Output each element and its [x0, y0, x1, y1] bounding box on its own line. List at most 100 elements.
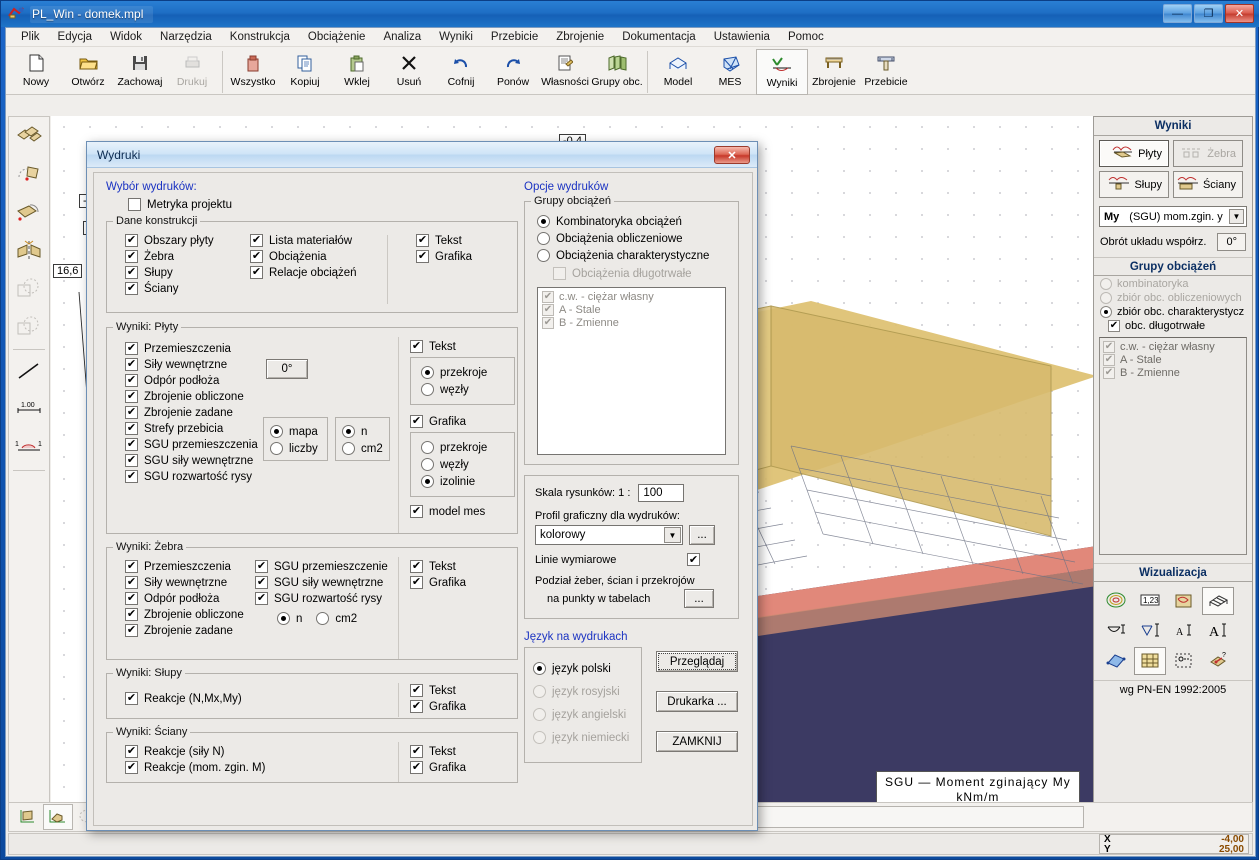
- profile-browse-button[interactable]: ...: [689, 525, 715, 545]
- menu-item-konstrukcja[interactable]: Konstrukcja: [221, 30, 299, 45]
- check-obciazenia-dlugotrwale[interactable]: Obciążenia długotrwałe: [553, 267, 732, 280]
- check-slupy[interactable]: ✔ Słupy: [125, 266, 250, 279]
- check-sgu-przemieszczenia[interactable]: ✔ SGU przemieszczenia: [125, 438, 265, 451]
- list-item[interactable]: ✔ A - Stale: [542, 304, 721, 316]
- toolbar-paste[interactable]: Wklej: [331, 49, 383, 95]
- check-sciany-reakcje-m[interactable]: ✔ Reakcje (mom. zgin. M): [125, 761, 265, 774]
- maximize-button[interactable]: ❐: [1194, 4, 1223, 23]
- radio-tekst-przekroje[interactable]: przekroje: [421, 366, 514, 379]
- toolbar-open[interactable]: Otwórz: [62, 49, 114, 95]
- check-model-mes[interactable]: ✔ model mes: [410, 505, 515, 518]
- rotation-value-button[interactable]: 0°: [1217, 233, 1246, 251]
- radio-mapa[interactable]: mapa: [270, 425, 327, 438]
- toolbar-copy[interactable]: Kopiuj: [279, 49, 331, 95]
- plan-view-button[interactable]: [13, 804, 43, 830]
- toolbar-mes[interactable]: MES: [704, 49, 756, 95]
- toolbar-new[interactable]: Nowy: [10, 49, 62, 95]
- radio-cm2[interactable]: cm2: [342, 442, 389, 455]
- printer-button[interactable]: Drukarka ...: [656, 691, 738, 712]
- slab-edit-button[interactable]: [10, 157, 48, 193]
- menu-item-widok[interactable]: Widok: [101, 30, 151, 45]
- check-zebra-przemieszczenia[interactable]: ✔ Przemieszczenia: [125, 560, 255, 573]
- check-zebra-sgu-przemieszczenie[interactable]: ✔ SGU przemieszczenie: [255, 560, 405, 573]
- scale-input[interactable]: 100: [638, 484, 685, 502]
- support-span-button[interactable]: 11: [10, 430, 48, 466]
- radio-jezyk-niemiecki[interactable]: język niemiecki: [533, 731, 641, 744]
- result-button-slupy[interactable]: Słupy: [1099, 171, 1169, 198]
- numbers-button[interactable]: 1,23: [1134, 587, 1166, 615]
- check-zebra-zbrojenie-obliczone[interactable]: ✔ Zbrojenie obliczone: [125, 608, 255, 621]
- check-tekst-plyty[interactable]: ✔ Tekst: [410, 340, 515, 353]
- radio-obliczeniowe[interactable]: Obciążenia obliczeniowe: [537, 232, 732, 245]
- minimize-button[interactable]: —: [1163, 4, 1192, 23]
- list-item[interactable]: ✔ B - Zmienne: [542, 317, 721, 329]
- radio-grafika-przekroje[interactable]: przekroje: [421, 441, 514, 454]
- check-obszary-plyty[interactable]: ✔ Obszary płyty: [125, 234, 250, 247]
- load-groups-list[interactable]: ✔ c.w. - ciężar własny ✔ A - Stale ✔ B -…: [1099, 337, 1247, 555]
- menu-item-edycja[interactable]: Edycja: [49, 30, 102, 45]
- menu-item-wyniki[interactable]: Wyniki: [430, 30, 482, 45]
- panel-radio-charakterystycznych[interactable]: zbiór obc. charakterystycz: [1100, 306, 1252, 318]
- toolbar-load-groups[interactable]: Grupy obc.: [591, 49, 643, 95]
- slabs-stack-button[interactable]: [10, 119, 48, 155]
- check-zebra-sgu-rozwartosc[interactable]: ✔ SGU rozwartość rysy: [255, 592, 405, 605]
- radio-grafika-wezly[interactable]: węzły: [421, 458, 514, 471]
- check-relacje-obciazen[interactable]: ✔ Relacje obciążeń: [250, 266, 390, 279]
- result-button-plyty[interactable]: Płyty: [1099, 140, 1169, 167]
- slab-rotate-button[interactable]: [10, 195, 48, 231]
- toolbar-undo[interactable]: Cofnij: [435, 49, 487, 95]
- check-strefy-przebicia[interactable]: ✔ Strefy przebicia: [125, 422, 265, 435]
- check-sily-wewnetrzne[interactable]: ✔ Siły wewnętrzne: [125, 358, 265, 371]
- chevron-down-icon[interactable]: ▼: [1229, 209, 1244, 224]
- close-dialog-button[interactable]: ZAMKNIJ: [656, 731, 738, 752]
- panel-check-dlugotrwale[interactable]: ✔ obc. długotrwałe: [1108, 320, 1252, 332]
- toolbar-reinforcement[interactable]: Zbrojenie: [808, 49, 860, 95]
- menu-item-dokumentacja[interactable]: Dokumentacja: [613, 30, 705, 45]
- check-zbrojenie-obliczone[interactable]: ✔ Zbrojenie obliczone: [125, 390, 265, 403]
- toolbar-properties[interactable]: Własności: [539, 49, 591, 95]
- toolbar-delete[interactable]: Usuń: [383, 49, 435, 95]
- check-sgu-sily-wewnetrzne[interactable]: ✔ SGU siły wewnętrzne: [125, 454, 265, 467]
- font-large-button[interactable]: A: [1202, 617, 1234, 645]
- dialog-load-list[interactable]: ✔ c.w. - ciężar własny ✔ A - Stale ✔ B - Zm…: [537, 287, 726, 455]
- menu-item-zbrojenie[interactable]: Zbrojenie: [547, 30, 613, 45]
- map-overlay-button[interactable]: [1168, 587, 1200, 615]
- isolines-button[interactable]: [1100, 587, 1132, 615]
- radio-jezyk-angielski[interactable]: język angielski: [533, 708, 641, 721]
- check-slupy-tekst[interactable]: ✔ Tekst: [410, 684, 466, 697]
- check-sgu-rozwartosc-rysy[interactable]: ✔ SGU rozwartość rysy: [125, 470, 265, 483]
- podzial-button[interactable]: ...: [684, 589, 714, 608]
- chevron-down-icon[interactable]: ▼: [664, 527, 681, 543]
- radio-zebra-n[interactable]: n: [277, 612, 302, 625]
- grid-plan-button[interactable]: [1134, 647, 1166, 675]
- profile-select[interactable]: kolorowy ▼: [535, 525, 683, 545]
- list-item[interactable]: ✔ c.w. - ciężar własny: [542, 291, 721, 303]
- check-sciany-grafika[interactable]: ✔ Grafika: [410, 761, 466, 774]
- check-zebra-sgu-sily[interactable]: ✔ SGU siły wewnętrzne: [255, 576, 405, 589]
- diagram-scale-button[interactable]: [1134, 617, 1166, 645]
- check-zebra[interactable]: ✔ Żebra: [125, 250, 250, 263]
- radio-grafika-izolinie[interactable]: izolinie: [421, 475, 514, 488]
- panel-radio-kombinatoryka[interactable]: kombinatoryka: [1100, 278, 1252, 290]
- radio-tekst-wezly[interactable]: węzły: [421, 383, 514, 396]
- radio-n[interactable]: n: [342, 425, 389, 438]
- box-query-button[interactable]: ?: [1202, 647, 1234, 675]
- dimension-button[interactable]: 1.00: [10, 392, 48, 428]
- toolbar-redo[interactable]: Ponów: [487, 49, 539, 95]
- check-przemieszczenia[interactable]: ✔ Przemieszczenia: [125, 342, 265, 355]
- toolbar-save[interactable]: Zachowaj: [114, 49, 166, 95]
- opening-round-button[interactable]: [10, 271, 48, 307]
- list-item[interactable]: ✔ c.w. - ciężar własny: [1103, 341, 1243, 353]
- mirror-button[interactable]: [10, 233, 48, 269]
- section-view-button[interactable]: [1168, 647, 1200, 675]
- check-grafika-dane[interactable]: ✔ Grafika: [416, 250, 472, 263]
- check-sciany-tekst[interactable]: ✔ Tekst: [410, 745, 466, 758]
- radio-jezyk-polski[interactable]: język polski: [533, 662, 641, 675]
- close-button[interactable]: ✕: [1225, 4, 1254, 23]
- quantity-select[interactable]: My (SGU) mom.zgin. y ▼: [1099, 206, 1247, 227]
- line-button[interactable]: [10, 354, 48, 390]
- menu-item-narzedzia[interactable]: Narzędzia: [151, 30, 221, 45]
- check-sciany[interactable]: ✔ Ściany: [125, 282, 250, 295]
- radio-liczby[interactable]: liczby: [270, 442, 327, 455]
- toolbar-select-all[interactable]: Wszystko: [227, 49, 279, 95]
